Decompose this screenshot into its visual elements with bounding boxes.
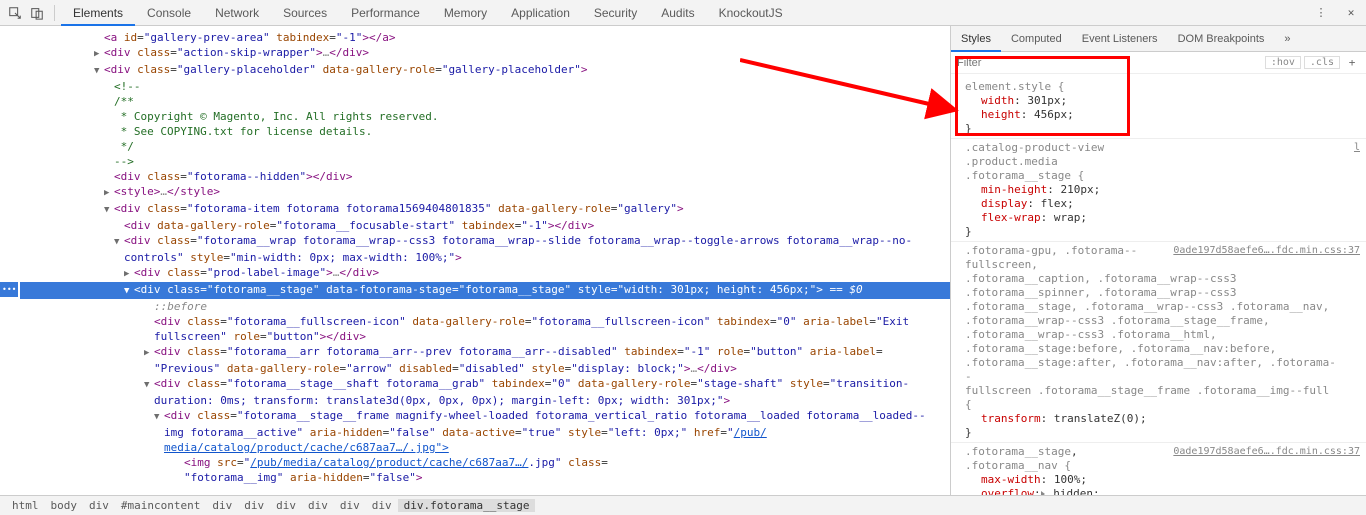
hov-toggle[interactable]: :hov	[1265, 56, 1301, 69]
crumb[interactable]: body	[45, 499, 84, 512]
tab-sources[interactable]: Sources	[271, 0, 339, 26]
crumb[interactable]: div	[366, 499, 398, 512]
tab-audits[interactable]: Audits	[649, 0, 706, 26]
styles-tab-breakpoints[interactable]: DOM Breakpoints	[1168, 26, 1275, 52]
divider	[54, 5, 55, 21]
styles-tab-computed[interactable]: Computed	[1001, 26, 1072, 52]
devtools-top-tabs: Elements Console Network Sources Perform…	[0, 0, 1366, 26]
styles-tab-listeners[interactable]: Event Listeners	[1072, 26, 1168, 52]
cls-toggle[interactable]: .cls	[1304, 56, 1340, 69]
styles-panel: Styles Computed Event Listeners DOM Brea…	[950, 26, 1366, 495]
crumb[interactable]: div	[238, 499, 270, 512]
more-menu-icon[interactable]: ⋮	[1310, 3, 1332, 23]
main-area: <a id="gallery-prev-area" tabindex="-1">…	[0, 26, 1366, 495]
crumb[interactable]: #maincontent	[115, 499, 206, 512]
tab-knockoutjs[interactable]: KnockoutJS	[707, 0, 795, 26]
tab-security[interactable]: Security	[582, 0, 649, 26]
rule-source-link[interactable]: 0ade197d58aefe6….fdc.min.css:37	[1173, 244, 1360, 258]
crumb[interactable]: div	[270, 499, 302, 512]
tab-performance[interactable]: Performance	[339, 0, 432, 26]
rule-source-link[interactable]: l	[1354, 141, 1360, 155]
styles-tabs: Styles Computed Event Listeners DOM Brea…	[951, 26, 1366, 52]
tab-network[interactable]: Network	[203, 0, 271, 26]
styles-filter-input[interactable]	[957, 57, 1262, 69]
inspect-icon[interactable]	[4, 3, 26, 23]
close-devtools-icon[interactable]: ✕	[1340, 3, 1362, 23]
crumb[interactable]: html	[6, 499, 45, 512]
crumb-active[interactable]: div.fotorama__stage	[398, 499, 536, 512]
styles-filter-row: :hov .cls +	[951, 52, 1366, 74]
rule-source-link[interactable]: 0ade197d58aefe6….fdc.min.css:37	[1173, 445, 1360, 459]
crumb[interactable]: div	[83, 499, 115, 512]
tab-memory[interactable]: Memory	[432, 0, 499, 26]
crumb[interactable]: div	[302, 499, 334, 512]
styles-tab-styles[interactable]: Styles	[951, 26, 1001, 52]
breadcrumbs: html body div #maincontent div div div d…	[0, 495, 1366, 515]
tab-console[interactable]: Console	[135, 0, 203, 26]
styles-tab-more[interactable]: »	[1274, 26, 1300, 52]
new-style-rule-button[interactable]: +	[1344, 55, 1360, 71]
dom-tree[interactable]: <a id="gallery-prev-area" tabindex="-1">…	[0, 26, 950, 495]
rule-fotorama-gpu[interactable]: 0ade197d58aefe6….fdc.min.css:37 .fotoram…	[951, 242, 1366, 443]
tab-application[interactable]: Application	[499, 0, 582, 26]
crumb[interactable]: div	[334, 499, 366, 512]
crumb[interactable]: div	[206, 499, 238, 512]
device-toggle-icon[interactable]	[26, 3, 48, 23]
rule-element-style[interactable]: element.style { width: 301px; height: 45…	[951, 78, 1366, 139]
rule-catalog-product[interactable]: l .catalog-product-view .product.media .…	[951, 139, 1366, 242]
styles-body[interactable]: element.style { width: 301px; height: 45…	[951, 74, 1366, 495]
rule-fotorama-stage-nav[interactable]: 0ade197d58aefe6….fdc.min.css:37 .fotoram…	[951, 443, 1366, 495]
selected-dom-node[interactable]: ••• <div class="fotorama__stage" data-fo…	[20, 282, 950, 299]
tab-elements[interactable]: Elements	[61, 0, 135, 26]
